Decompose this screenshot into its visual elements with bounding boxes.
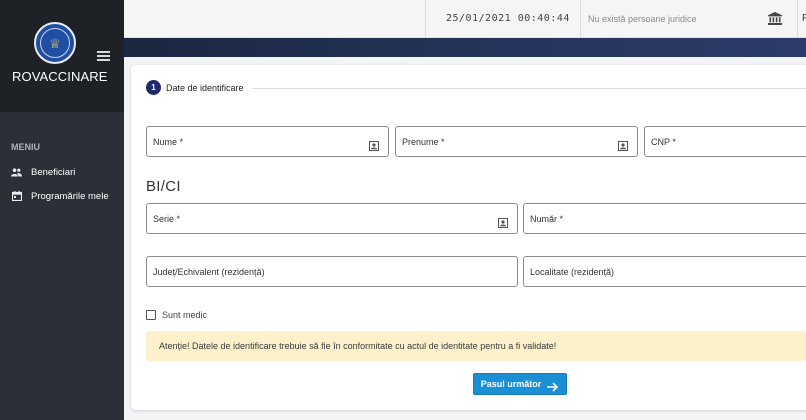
sidebar-item-label: Programările mele xyxy=(31,190,109,202)
sidebar-item-programari[interactable]: Programările mele xyxy=(11,188,109,204)
bank-icon[interactable] xyxy=(768,12,782,25)
section-title-bi-ci: BI/CI xyxy=(146,178,181,195)
header-divider xyxy=(425,0,426,38)
arrow-right-icon xyxy=(547,379,559,392)
checkbox-label: Sunt medic xyxy=(162,310,208,320)
id-card-icon[interactable] xyxy=(618,138,628,151)
cnp-field[interactable]: CNP * xyxy=(644,126,806,157)
sidebar: ♕ ROVACCINARE MENIU Beneficiari Programă… xyxy=(0,0,124,420)
header-banner xyxy=(124,38,806,57)
menu-title: MENIU xyxy=(11,142,40,152)
step-divider xyxy=(252,88,806,89)
prenume-field[interactable]: Prenume * xyxy=(395,126,638,157)
step-title: Date de identificare xyxy=(166,83,244,93)
app-name: ROVACCINARE xyxy=(12,69,108,84)
button-label: Pasul următor xyxy=(480,379,542,389)
sidebar-item-label: Beneficiari xyxy=(31,166,76,178)
id-card-icon[interactable] xyxy=(498,215,508,228)
step-number-badge: 1 xyxy=(146,80,161,95)
judet-field[interactable]: Județ/Echivalent (rezidență) xyxy=(146,256,518,287)
localitate-field[interactable]: Localitate (rezidență) xyxy=(523,256,806,287)
current-datetime: 25/01/2021 00:40:44 xyxy=(446,13,570,24)
calendar-icon xyxy=(11,191,22,202)
header-divider xyxy=(580,0,581,38)
legal-entity-select[interactable]: Nu există persoane juridice xyxy=(588,14,697,24)
numar-field[interactable]: Număr * xyxy=(523,203,806,234)
warning-alert: Atenție! Datele de identificare trebuie … xyxy=(146,331,806,361)
hamburger-menu-icon[interactable] xyxy=(97,51,110,61)
field-label: Număr * xyxy=(530,214,564,224)
field-label: Prenume * xyxy=(402,137,445,147)
id-card-icon[interactable] xyxy=(369,138,379,151)
nume-field[interactable]: Nume * xyxy=(146,126,389,157)
field-label: Localitate (rezidență) xyxy=(530,267,615,277)
government-logo-icon: ♕ xyxy=(34,22,76,64)
field-label: CNP * xyxy=(651,137,676,147)
sidebar-item-beneficiari[interactable]: Beneficiari xyxy=(11,164,75,180)
next-step-button[interactable]: Pasul următor xyxy=(473,373,567,395)
checkbox-box[interactable] xyxy=(146,310,156,320)
field-label: Nume * xyxy=(153,137,184,147)
serie-field[interactable]: Serie * xyxy=(146,203,518,234)
field-label: Județ/Echivalent (rezidență) xyxy=(153,267,265,277)
people-icon xyxy=(11,167,22,178)
header-truncated-text: F xyxy=(802,13,806,24)
alert-text: Atenție! Datele de identificare trebuie … xyxy=(159,341,557,351)
field-label: Serie * xyxy=(153,214,181,224)
sunt-medic-checkbox[interactable]: Sunt medic xyxy=(146,310,207,320)
header-divider xyxy=(797,0,798,38)
